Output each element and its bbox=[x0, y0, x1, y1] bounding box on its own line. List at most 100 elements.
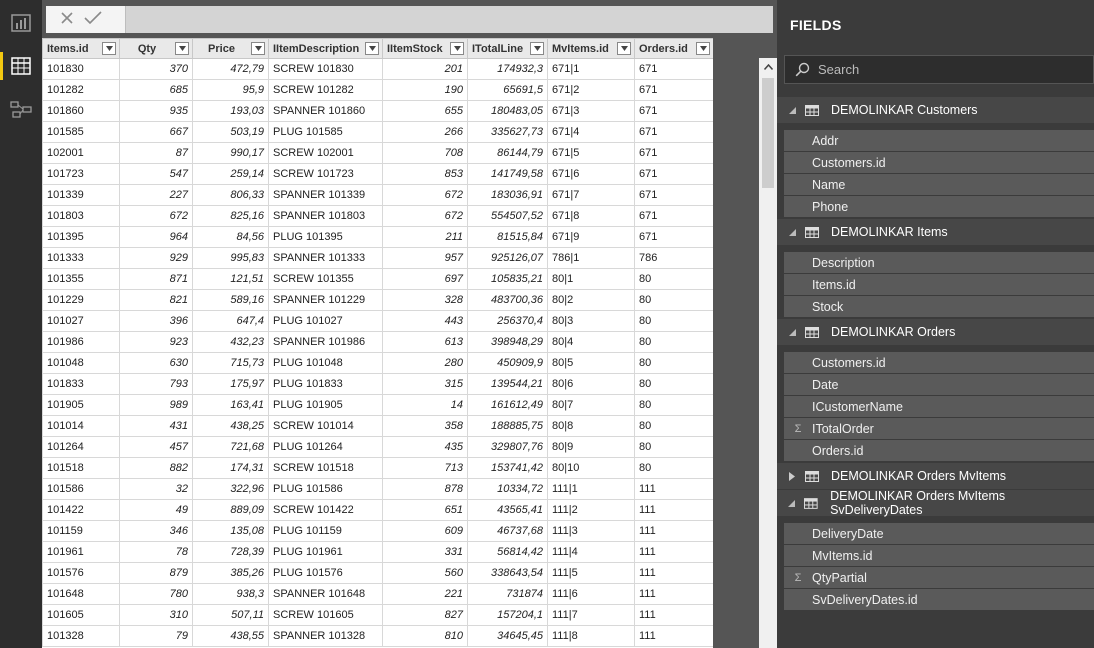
cell-items-id[interactable]: 101723 bbox=[42, 163, 120, 185]
cell-price[interactable]: 259,14 bbox=[192, 163, 269, 185]
cell-mvitems-id[interactable]: 80|10 bbox=[547, 457, 635, 479]
cell-iitemstock[interactable]: 443 bbox=[382, 310, 468, 332]
cell-iitemstock[interactable]: 672 bbox=[382, 184, 468, 206]
field-item-qtypartial[interactable]: Σ QtyPartial bbox=[784, 567, 1094, 588]
cell-qty[interactable]: 630 bbox=[119, 352, 193, 374]
field-item-phone[interactable]: Phone bbox=[784, 196, 1094, 217]
filter-dropdown-button[interactable] bbox=[251, 42, 265, 55]
cell-mvitems-id[interactable]: 671|9 bbox=[547, 226, 635, 248]
cell-price[interactable]: 995,83 bbox=[192, 247, 269, 269]
cell-items-id[interactable]: 102001 bbox=[42, 142, 120, 164]
cell-qty[interactable]: 879 bbox=[119, 562, 193, 584]
expand-toggle[interactable] bbox=[781, 328, 803, 336]
model-view-button[interactable] bbox=[7, 95, 35, 123]
cell-price[interactable]: 728,39 bbox=[192, 541, 269, 563]
cell-itotalline[interactable]: 450909,9 bbox=[467, 352, 548, 374]
cell-price[interactable]: 163,41 bbox=[192, 394, 269, 416]
field-item-orders-id[interactable]: Orders.id bbox=[784, 440, 1094, 461]
cell-items-id[interactable]: 101333 bbox=[42, 247, 120, 269]
cell-iitemstock[interactable]: 957 bbox=[382, 247, 468, 269]
cell-items-id[interactable]: 101014 bbox=[42, 415, 120, 437]
cell-iitemdescription[interactable]: PLUG 101264 bbox=[268, 436, 383, 458]
cell-itotalline[interactable]: 483700,36 bbox=[467, 289, 548, 311]
cell-iitemdescription[interactable]: SPANNER 101803 bbox=[268, 205, 383, 227]
cell-price[interactable]: 825,16 bbox=[192, 205, 269, 227]
table-node-demolinkar-customers[interactable]: DEMOLINKAR Customers bbox=[777, 97, 1094, 123]
cell-items-id[interactable]: 101159 bbox=[42, 520, 120, 542]
cell-mvitems-id[interactable]: 111|5 bbox=[547, 562, 635, 584]
cell-orders-id[interactable]: 671 bbox=[634, 58, 713, 80]
cell-orders-id[interactable]: 80 bbox=[634, 394, 713, 416]
fields-search-box[interactable] bbox=[784, 55, 1094, 84]
filter-dropdown-button[interactable] bbox=[102, 42, 116, 55]
cell-iitemdescription[interactable]: SCREW 101014 bbox=[268, 415, 383, 437]
cell-orders-id[interactable]: 111 bbox=[634, 478, 713, 500]
cell-mvitems-id[interactable]: 111|7 bbox=[547, 604, 635, 626]
cell-mvitems-id[interactable]: 111|2 bbox=[547, 499, 635, 521]
cell-mvitems-id[interactable]: 671|3 bbox=[547, 100, 635, 122]
cell-mvitems-id[interactable]: 671|8 bbox=[547, 205, 635, 227]
cell-price[interactable]: 721,68 bbox=[192, 436, 269, 458]
cell-price[interactable]: 322,96 bbox=[192, 478, 269, 500]
cell-items-id[interactable]: 101282 bbox=[42, 79, 120, 101]
cell-itotalline[interactable]: 180483,05 bbox=[467, 100, 548, 122]
cell-iitemstock[interactable]: 280 bbox=[382, 352, 468, 374]
cell-itotalline[interactable]: 105835,21 bbox=[467, 268, 548, 290]
cell-mvitems-id[interactable]: 671|5 bbox=[547, 142, 635, 164]
cell-items-id[interactable]: 101648 bbox=[42, 583, 120, 605]
cell-orders-id[interactable]: 80 bbox=[634, 268, 713, 290]
cell-iitemdescription[interactable]: PLUG 101586 bbox=[268, 478, 383, 500]
cell-price[interactable]: 174,31 bbox=[192, 457, 269, 479]
cell-orders-id[interactable]: 80 bbox=[634, 289, 713, 311]
cell-qty[interactable]: 310 bbox=[119, 604, 193, 626]
cell-orders-id[interactable]: 671 bbox=[634, 226, 713, 248]
field-item-customers-id[interactable]: Customers.id bbox=[784, 352, 1094, 373]
cell-iitemdescription[interactable]: SCREW 101605 bbox=[268, 604, 383, 626]
field-item-addr[interactable]: Addr bbox=[784, 130, 1094, 151]
cell-orders-id[interactable]: 80 bbox=[634, 310, 713, 332]
expand-toggle[interactable] bbox=[781, 499, 802, 507]
cell-qty[interactable]: 457 bbox=[119, 436, 193, 458]
cell-items-id[interactable]: 101576 bbox=[42, 562, 120, 584]
cell-mvitems-id[interactable]: 111|6 bbox=[547, 583, 635, 605]
cell-qty[interactable]: 78 bbox=[119, 541, 193, 563]
cell-iitemdescription[interactable]: PLUG 101576 bbox=[268, 562, 383, 584]
cell-qty[interactable]: 32 bbox=[119, 478, 193, 500]
cell-itotalline[interactable]: 338643,54 bbox=[467, 562, 548, 584]
cell-iitemstock[interactable]: 190 bbox=[382, 79, 468, 101]
cell-items-id[interactable]: 101830 bbox=[42, 58, 120, 80]
cell-iitemdescription[interactable]: SCREW 101422 bbox=[268, 499, 383, 521]
expand-toggle[interactable] bbox=[781, 228, 803, 236]
cell-iitemdescription[interactable]: SCREW 101282 bbox=[268, 79, 383, 101]
cell-orders-id[interactable]: 111 bbox=[634, 520, 713, 542]
cell-orders-id[interactable]: 80 bbox=[634, 373, 713, 395]
cell-qty[interactable]: 793 bbox=[119, 373, 193, 395]
cell-itotalline[interactable]: 86144,79 bbox=[467, 142, 548, 164]
cell-iitemdescription[interactable]: SCREW 101355 bbox=[268, 268, 383, 290]
cell-iitemdescription[interactable]: PLUG 101961 bbox=[268, 541, 383, 563]
cell-price[interactable]: 175,97 bbox=[192, 373, 269, 395]
cell-orders-id[interactable]: 671 bbox=[634, 205, 713, 227]
cell-iitemdescription[interactable]: SCREW 101830 bbox=[268, 58, 383, 80]
cell-orders-id[interactable]: 671 bbox=[634, 100, 713, 122]
cell-iitemstock[interactable]: 435 bbox=[382, 436, 468, 458]
scroll-thumb[interactable] bbox=[762, 78, 774, 188]
column-header-iitemstock[interactable]: IItemStock bbox=[382, 38, 468, 59]
column-header-price[interactable]: Price bbox=[192, 38, 269, 59]
cell-mvitems-id[interactable]: 80|3 bbox=[547, 310, 635, 332]
cell-iitemstock[interactable]: 713 bbox=[382, 457, 468, 479]
cell-iitemstock[interactable]: 315 bbox=[382, 373, 468, 395]
cell-iitemstock[interactable]: 266 bbox=[382, 121, 468, 143]
cell-itotalline[interactable]: 256370,4 bbox=[467, 310, 548, 332]
cell-mvitems-id[interactable]: 111|8 bbox=[547, 625, 635, 647]
commit-formula-button[interactable] bbox=[84, 10, 102, 29]
cell-itotalline[interactable]: 141749,58 bbox=[467, 163, 548, 185]
cell-orders-id[interactable]: 111 bbox=[634, 541, 713, 563]
cell-price[interactable]: 385,26 bbox=[192, 562, 269, 584]
cell-itotalline[interactable]: 65691,5 bbox=[467, 79, 548, 101]
cell-iitemdescription[interactable]: PLUG 101585 bbox=[268, 121, 383, 143]
cell-iitemdescription[interactable]: PLUG 101395 bbox=[268, 226, 383, 248]
field-item-itotalorder[interactable]: Σ ITotalOrder bbox=[784, 418, 1094, 439]
cell-qty[interactable]: 989 bbox=[119, 394, 193, 416]
cell-iitemdescription[interactable]: SPANNER 101328 bbox=[268, 625, 383, 647]
